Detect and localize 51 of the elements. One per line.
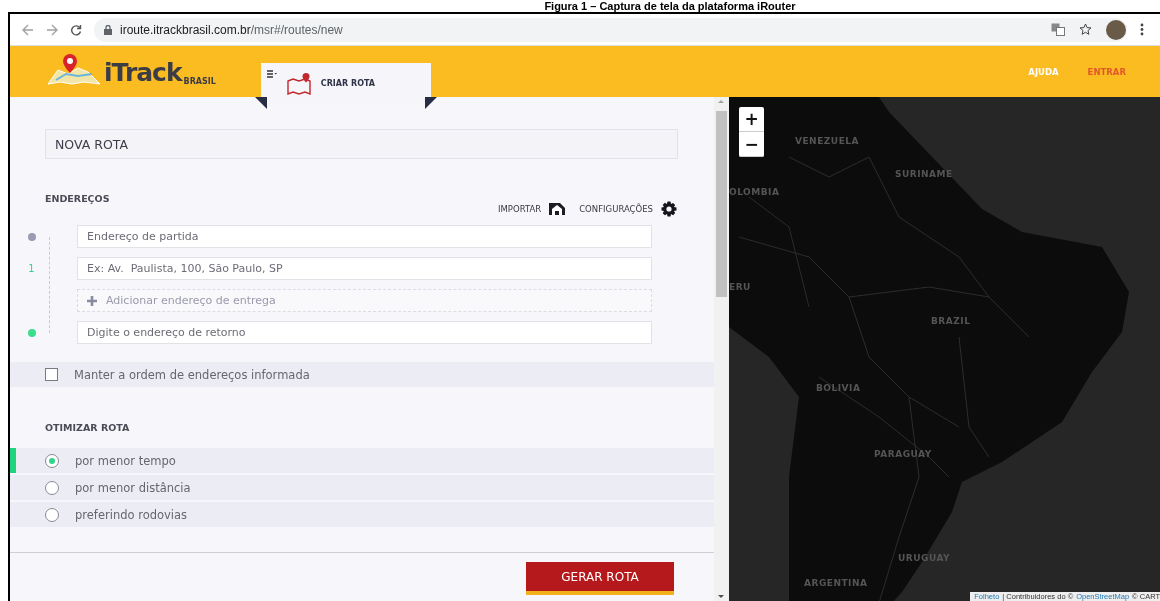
- logo-subtitle: BRASIL: [183, 77, 216, 86]
- checkbox[interactable]: [45, 368, 58, 381]
- map-label: OLOMBIA: [729, 187, 780, 197]
- map-label: ARGENTINA: [804, 578, 868, 588]
- settings-icon: [660, 200, 678, 218]
- plus-icon: [87, 295, 97, 306]
- radio-button[interactable]: [45, 453, 59, 468]
- stop-number: 1: [28, 263, 35, 274]
- zoom-out-button[interactable]: −: [739, 132, 764, 157]
- import-button[interactable]: IMPORTAR: [498, 202, 567, 216]
- section-title: OTIMIZAR ROTA: [45, 422, 131, 433]
- back-icon[interactable]: [22, 23, 34, 36]
- star-icon[interactable]: [1079, 23, 1092, 36]
- radio-label: por menor distância: [75, 480, 191, 495]
- section-title: ENDEREÇOS: [45, 193, 111, 204]
- map-pin-logo-icon: [46, 52, 102, 86]
- address-bar[interactable]: iroute.itrackbrasil.com.br/msr#/routes/new: [94, 17, 1127, 42]
- map-label: BOLIVIA: [816, 383, 861, 393]
- menu-icon: [266, 70, 277, 78]
- import-icon: [548, 202, 567, 216]
- generate-route-button[interactable]: GERAR ROTA: [526, 562, 674, 595]
- scrollbar[interactable]: [714, 97, 729, 601]
- menu-icon[interactable]: [1140, 23, 1144, 36]
- zoom-in-button[interactable]: +: [739, 107, 764, 132]
- map-icon: [286, 72, 311, 95]
- reload-icon[interactable]: [70, 23, 82, 36]
- lock-icon: [104, 24, 112, 35]
- url-text: iroute.itrackbrasil.com.br/msr#/routes/new: [120, 22, 343, 37]
- radio-label: preferindo rodovias: [75, 507, 188, 522]
- radio-button[interactable]: [45, 507, 59, 522]
- selection-bar: [10, 448, 16, 473]
- forward-icon[interactable]: [46, 23, 58, 36]
- figure-caption: Figura 1 – Captura de tela da plataforma iRouter: [544, 0, 796, 12]
- address-field[interactable]: Digite o endereço de retorno: [77, 321, 652, 344]
- map-label: VENEZUELA: [795, 136, 859, 146]
- map-label: SURINAME: [895, 169, 953, 179]
- map-label: BRAZIL: [931, 316, 971, 326]
- map-label: ERU: [729, 282, 751, 292]
- settings-button[interactable]: CONFIGURAÇÕES: [579, 200, 678, 218]
- map-label: URUGUAY: [898, 553, 951, 563]
- checkbox-label: Manter a ordem de endereços informada: [74, 367, 310, 382]
- map-label: PARAGUAY: [874, 449, 932, 459]
- return-dot: [27, 328, 36, 337]
- route-name-field[interactable]: NOVA ROTA: [45, 129, 678, 159]
- address-field[interactable]: Endereço de partida: [77, 225, 652, 248]
- address-field[interactable]: Ex: Av. Paulista, 100, São Paulo, SP: [77, 257, 652, 280]
- translate-icon[interactable]: [1051, 23, 1065, 36]
- radio-label: por menor tempo: [75, 453, 176, 468]
- logo-text: iTrack: [104, 60, 182, 86]
- start-dot: [27, 232, 36, 241]
- radio-button[interactable]: [45, 480, 59, 495]
